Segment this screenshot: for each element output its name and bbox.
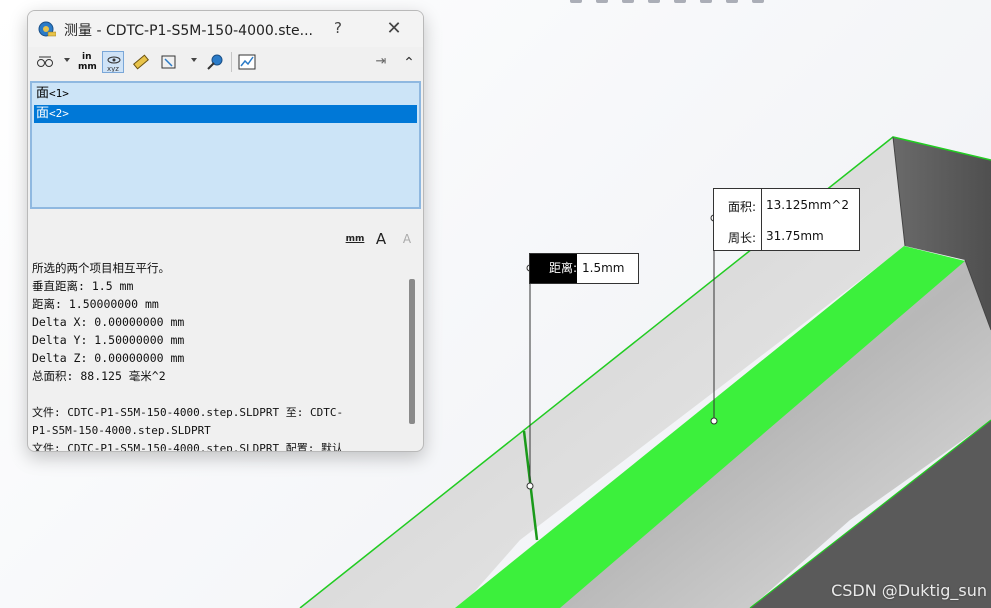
point-to-point-button[interactable]: [130, 51, 152, 73]
results-scrollbar[interactable]: [404, 259, 420, 449]
list-item[interactable]: 面<1>: [34, 85, 417, 103]
units-in-label: in: [82, 52, 92, 62]
result-line: Delta Z: 0.00000000 mm: [32, 351, 185, 365]
measure-tape-icon: [38, 21, 56, 37]
units-mm-label: mm: [78, 62, 97, 72]
view-icon-5[interactable]: [674, 0, 686, 3]
heads-up-toolbar[interactable]: [570, 0, 910, 6]
arc-circle-options-button[interactable]: [34, 51, 56, 73]
selection-list[interactable]: 面<1> 面<2>: [30, 81, 421, 209]
result-line: 文件: CDTC-P1-S5M-150-4000.step.SLDPRT 至: …: [32, 406, 344, 419]
font-larger-icon[interactable]: A: [370, 228, 392, 250]
ruler-icon: [133, 54, 149, 70]
arc-options-icon: [37, 56, 53, 67]
font-smaller-icon[interactable]: A: [396, 228, 418, 250]
area-leader-end: [710, 417, 718, 425]
measure-dialog[interactable]: 测量 - CDTC-P1-S5M-150-4000.ste... ? ✕ in …: [27, 10, 424, 452]
area-callout[interactable]: 面积: 13.125mm^2 周长: 31.75mm: [713, 188, 860, 251]
measure-results: 所选的两个项目相互平行。 垂直距离: 1.5 mm 距离: 1.50000000…: [32, 258, 397, 451]
perimeter-callout-value: 31.75mm: [766, 229, 824, 243]
result-line: 文件: CDTC-P1-S5M-150-4000.step.SLDPRT 配置:…: [32, 442, 344, 451]
view-icon-1[interactable]: [570, 0, 582, 3]
projection-button[interactable]: [158, 51, 180, 73]
dialog-title-bar[interactable]: 测量 - CDTC-P1-S5M-150-4000.ste... ? ✕: [28, 11, 423, 47]
result-line: 垂直距离: 1.5 mm: [32, 279, 134, 293]
scrollbar-thumb[interactable]: [409, 279, 415, 424]
projection-icon: [161, 55, 176, 69]
result-line: 所选的两个项目相互平行。: [32, 261, 170, 275]
measure-toolbar: in mm xyz ⇥ ⌃: [28, 48, 423, 76]
list-item-label: 面: [36, 86, 50, 101]
collapse-icon[interactable]: ⌃: [398, 51, 420, 73]
pin-icon[interactable]: ⇥: [370, 51, 392, 73]
view-icon-4[interactable]: [648, 0, 660, 3]
result-line: P1-S5M-150-4000.step.SLDPRT: [32, 424, 211, 437]
list-item-selected[interactable]: 面<2>: [34, 105, 417, 123]
result-line: 距离: 1.50000000 mm: [32, 297, 159, 311]
area-callout-key: 面积:: [728, 200, 757, 214]
toolbar-divider: [231, 52, 232, 72]
list-item-suffix: <2>: [49, 107, 69, 120]
units-precision-button[interactable]: in mm: [76, 51, 98, 73]
measure-history-button[interactable]: [204, 51, 226, 73]
history-icon: [207, 54, 223, 70]
watermark: CSDN @Duktig_sun: [831, 581, 987, 600]
close-button[interactable]: ✕: [382, 17, 406, 41]
distance-callout[interactable]: 距离: 1.5mm: [529, 253, 639, 284]
result-line: Delta Y: 1.50000000 mm: [32, 333, 185, 347]
list-item-label: 面: [36, 106, 50, 121]
xyz-eye-icon: xyz: [107, 56, 121, 72]
chevron-down-icon[interactable]: [64, 58, 70, 62]
perimeter-callout-key: 周长:: [728, 231, 757, 245]
projection-chevron-icon[interactable]: [191, 58, 197, 62]
dialog-title: 测量 - CDTC-P1-S5M-150-4000.ste...: [64, 23, 313, 39]
view-icon-7[interactable]: [726, 0, 738, 3]
distance-callout-value: 1.5mm: [582, 261, 625, 275]
list-item-suffix: <1>: [49, 87, 69, 100]
graph-icon: [238, 54, 256, 70]
result-toolbar: mm A A: [344, 228, 422, 250]
view-icon-8[interactable]: [752, 0, 764, 3]
sensor-button[interactable]: [236, 51, 258, 73]
result-line: 总面积: 88.125 毫米^2: [32, 369, 166, 383]
area-callout-value: 13.125mm^2: [766, 198, 850, 212]
result-line: Delta X: 0.00000000 mm: [32, 315, 185, 329]
help-button[interactable]: ?: [328, 19, 348, 39]
view-icon-2[interactable]: [596, 0, 608, 3]
distance-callout-key: 距离:: [530, 254, 577, 283]
distance-leader-end: [526, 482, 534, 490]
view-icon-6[interactable]: [700, 0, 712, 3]
svg-text:xyz: xyz: [107, 65, 119, 72]
units-icon[interactable]: mm: [344, 228, 366, 250]
view-icon-3[interactable]: [622, 0, 634, 3]
show-xyz-button[interactable]: xyz: [102, 51, 124, 73]
area-callout-divider: [761, 189, 762, 250]
